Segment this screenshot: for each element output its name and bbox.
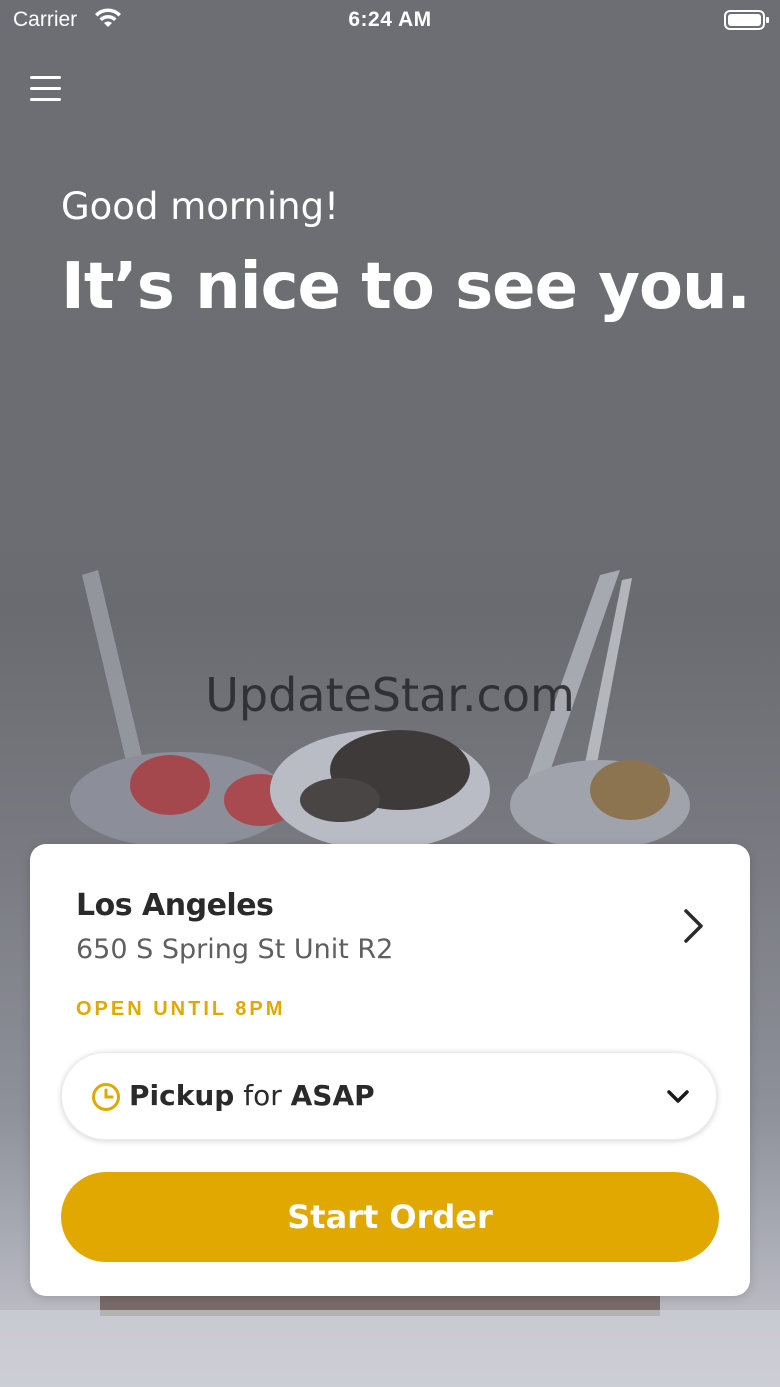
chevron-down-icon xyxy=(667,1090,689,1103)
start-order-button[interactable]: Start Order xyxy=(61,1172,719,1262)
pickup-connector: for xyxy=(243,1079,282,1112)
pickup-time-select[interactable]: Pickup for ASAP xyxy=(61,1052,717,1140)
store-city: Los Angeles xyxy=(76,888,274,923)
greeting-text: Good morning! xyxy=(61,185,339,228)
battery-icon xyxy=(724,10,769,30)
headline-text: It’s nice to see you. xyxy=(61,250,751,324)
store-address: 650 S Spring St Unit R2 xyxy=(76,934,394,965)
store-card: Los Angeles 650 S Spring St Unit R2 OPEN… xyxy=(30,844,750,1296)
pickup-time: ASAP xyxy=(290,1079,375,1112)
hamburger-icon[interactable] xyxy=(26,72,66,108)
status-time: 6:24 AM xyxy=(348,8,432,31)
clock-icon xyxy=(92,1083,120,1111)
pickup-mode: Pickup xyxy=(129,1079,235,1112)
home-screen: Carrier 6:24 AM Good morning! It’s nice … xyxy=(0,0,780,1387)
watermark-text: UpdateStar.com xyxy=(205,668,575,722)
status-bar: Carrier 6:24 AM xyxy=(0,0,780,40)
store-details-link[interactable]: Los Angeles 650 S Spring St Unit R2 xyxy=(30,844,750,974)
chevron-right-icon xyxy=(684,909,703,943)
store-hours: OPEN UNTIL 8PM xyxy=(76,998,286,1020)
pickup-summary: Pickup for ASAP xyxy=(129,1079,375,1112)
